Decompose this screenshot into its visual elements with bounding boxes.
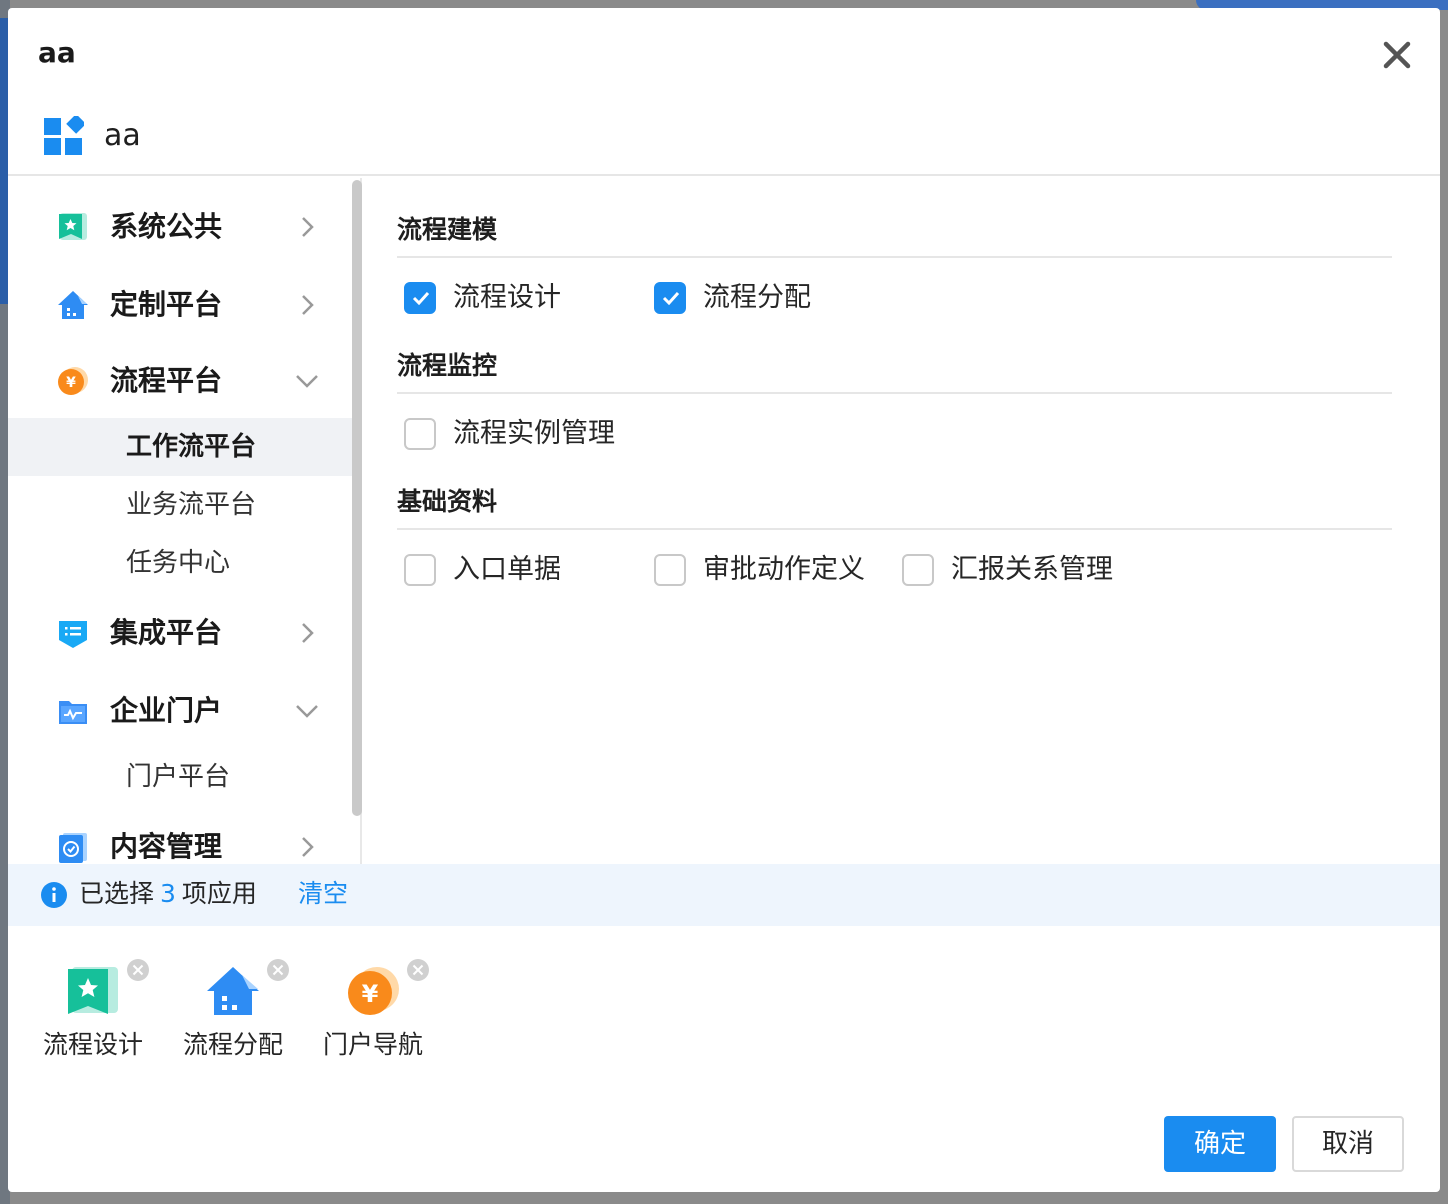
sidebar-item-system-common[interactable]: 系统公共: [8, 194, 352, 260]
group-divider: [397, 256, 1392, 258]
group-title-basic-data: 基础资料: [397, 487, 498, 516]
sidebar-item-label: 内容管理: [110, 830, 223, 863]
green-star-icon: [59, 213, 87, 240]
sidebar-item-custom-platform[interactable]: 定制平台: [8, 272, 352, 338]
remove-chip-icon[interactable]: [126, 958, 150, 982]
sidebar-item-content-management[interactable]: 内容管理: [8, 814, 352, 864]
sidebar-subitem-label: 任务中心: [126, 548, 231, 578]
checkbox-label: 流程设计: [453, 282, 561, 313]
blue-house-icon: [58, 291, 88, 319]
selected-app-chip: 流程分配: [178, 958, 298, 1068]
sidebar-subitem-label: 业务流平台: [126, 490, 257, 520]
svg-text:¥: ¥: [66, 375, 76, 391]
app-row: aa: [8, 104, 1440, 176]
cancel-button[interactable]: 取消: [1292, 1116, 1404, 1172]
checkbox-unchecked-icon: [654, 554, 686, 586]
sidebar-subitem-label: 工作流平台: [126, 432, 257, 462]
sidebar-item-label: 企业门户: [110, 694, 223, 727]
selection-info-bar: 已选择 3 项应用 清空: [8, 864, 1440, 926]
blue-clock-icon: [59, 833, 87, 863]
sidebar-item-label: 定制平台: [110, 288, 223, 321]
modal-header: aa: [8, 8, 1440, 88]
sidebar-item-process-platform[interactable]: ¥ 流程平台: [8, 348, 352, 414]
sidebar-scrollbar[interactable]: [352, 180, 362, 816]
checkbox-label: 流程分配: [703, 282, 811, 313]
checkbox-label: 汇报关系管理: [951, 554, 1113, 585]
selection-summary: 已选择 3 项应用: [79, 876, 257, 912]
checkbox-checked-icon: [404, 282, 436, 314]
sidebar-item-label: 集成平台: [110, 616, 223, 649]
chip-label: 流程分配: [182, 1030, 283, 1059]
app-permission-modal: aa aa 系统公共 定制平台 ¥ 流程平台 工作流平台 业务流平台 任务中心 …: [8, 8, 1440, 1192]
selection-prefix: 已选择: [79, 879, 155, 908]
chevron-right-icon: [302, 217, 314, 237]
remove-chip-icon[interactable]: [266, 958, 290, 982]
svg-text:¥: ¥: [362, 980, 379, 1008]
sidebar-subitem-task-center[interactable]: 任务中心: [8, 534, 352, 592]
sidebar-item-label: 流程平台: [110, 364, 223, 397]
group-title-process-monitoring: 流程监控: [397, 351, 498, 380]
green-star-icon: [68, 967, 118, 1014]
sidebar-subitem-business-flow-platform[interactable]: 业务流平台: [8, 476, 352, 534]
chevron-right-icon: [302, 623, 314, 643]
checkbox-label: 入口单据: [453, 554, 561, 585]
clear-selection-link[interactable]: 清空: [298, 876, 348, 912]
orange-yen-icon: ¥: [348, 967, 399, 1015]
checkbox-unchecked-icon: [404, 418, 436, 450]
confirm-button[interactable]: 确定: [1164, 1116, 1276, 1172]
app-name: aa: [104, 118, 141, 153]
chip-label: 流程设计: [42, 1030, 143, 1059]
group-divider: [397, 392, 1392, 394]
sidebar-item-integration-platform[interactable]: 集成平台: [8, 600, 352, 666]
checkbox-label: 流程实例管理: [453, 418, 615, 449]
chevron-right-icon: [302, 837, 314, 857]
checkbox-checked-icon: [654, 282, 686, 314]
orange-yen-icon: ¥: [58, 367, 88, 395]
chevron-right-icon: [302, 295, 314, 315]
checkbox-unchecked-icon: [902, 554, 934, 586]
sidebar-subitem-workflow-platform[interactable]: 工作流平台: [8, 418, 352, 476]
sidebar-item-label: 系统公共: [110, 210, 223, 243]
selected-app-chip: 流程设计: [38, 958, 158, 1068]
checkbox-label: 审批动作定义: [703, 554, 865, 585]
chip-label: 门户导航: [322, 1030, 423, 1059]
sidebar-item-enterprise-portal[interactable]: 企业门户: [8, 678, 352, 744]
close-icon[interactable]: [1380, 38, 1414, 72]
chevron-down-icon: [296, 375, 318, 388]
sidebar: 系统公共 定制平台 ¥ 流程平台 工作流平台 业务流平台 任务中心 集成平台 企…: [8, 178, 362, 864]
selection-suffix: 项应用: [181, 879, 257, 908]
chevron-down-icon: [296, 705, 318, 718]
group-divider: [397, 528, 1392, 530]
selected-app-chip: ¥ 门户导航: [318, 958, 438, 1068]
modal-title: aa: [38, 36, 76, 69]
group-title-process-modeling: 流程建模: [397, 215, 498, 244]
blue-house-icon: [207, 967, 259, 1015]
sidebar-subitem-label: 门户平台: [126, 762, 231, 792]
blue-list-icon: [59, 621, 87, 648]
blue-chart-icon: [59, 701, 87, 724]
sidebar-subitem-portal-platform[interactable]: 门户平台: [8, 748, 352, 806]
app-grid-icon: [44, 113, 87, 156]
selection-count: 3: [160, 879, 176, 908]
info-icon: [41, 882, 67, 908]
permission-content: 流程建模 流程设计 流程分配 流程监控 流程实例管理 基础资料 入口单据 审批动…: [364, 178, 1440, 864]
checkbox-unchecked-icon: [404, 554, 436, 586]
remove-chip-icon[interactable]: [406, 958, 430, 982]
